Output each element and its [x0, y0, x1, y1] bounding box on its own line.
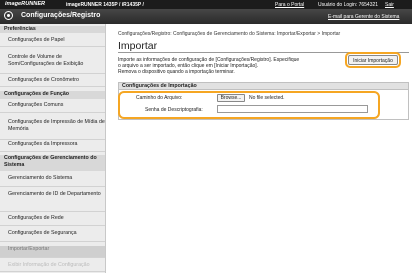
sidebar-item-security[interactable]: Configurações de Segurança: [0, 230, 105, 242]
sidebar-item-network[interactable]: Configurações de Rede: [0, 215, 105, 226]
sidebar-item-memory-media-print[interactable]: Configurações de Impressão de Mídia de M…: [0, 119, 105, 140]
file-status: No file selected.: [249, 95, 285, 101]
sidebar-group-preferences: Preferências: [0, 26, 105, 33]
sidebar-group-function: Configurações de Função: [0, 91, 105, 99]
device-model: imageRUNNER 1435P / iR1435P /: [66, 1, 144, 8]
description-line: Remova o dispositivo quando a importação…: [118, 69, 235, 75]
sidebar-item-paper[interactable]: Configurações de Papel: [0, 37, 105, 47]
sidebar-item-config-info[interactable]: Exibir Informação de Configuração: [0, 262, 105, 272]
sidebar: Preferências Configurações de Papel Cont…: [0, 24, 106, 273]
sidebar-item-import-export[interactable]: Importar/Exportar: [0, 246, 105, 258]
top-bar: imageRUNNER imageRUNNER 1435P / iR1435P …: [0, 0, 412, 9]
sidebar-item-department-id[interactable]: Gerenciamento de ID de Departamento: [0, 191, 105, 212]
sidebar-item-timer[interactable]: Configurações de Cronômetro: [0, 77, 105, 87]
main-content: Configurações/Registro: Configurações de…: [106, 24, 412, 273]
decryption-password-input[interactable]: [217, 105, 368, 113]
browse-button[interactable]: Browse...: [217, 94, 245, 102]
sidebar-item-printer[interactable]: Configurações da Impressora: [0, 141, 105, 152]
breadcrumb: Configurações/Registro: Configurações de…: [118, 31, 341, 37]
product-logo: imageRUNNER: [5, 1, 46, 7]
import-description: Importe as informações de configuração d…: [118, 57, 343, 75]
sidebar-item-volume-display[interactable]: Controle de Volume de Som/Configurações …: [0, 53, 105, 74]
page-title: Importar: [118, 40, 158, 52]
logout-link[interactable]: Sair: [385, 2, 394, 8]
gear-icon: [4, 11, 13, 20]
password-label: Senha de Descriptografia:: [145, 107, 203, 113]
sidebar-group-system-management: Configurações de Gerenciamento do Sistem…: [0, 155, 105, 171]
file-path-label: Caminho do Arquivo:: [136, 95, 183, 101]
login-user: Usuário do Login: 7654321: [318, 1, 379, 8]
start-import-button[interactable]: Iniciar Importação: [348, 55, 398, 65]
app-title: Configurações/Registro: [21, 12, 101, 19]
email-admin-link[interactable]: E-mail para Gerente do Sistema: [328, 14, 399, 20]
sidebar-item-system-management[interactable]: Gerenciamento do Sistema: [0, 175, 105, 187]
sidebar-item-common[interactable]: Configurações Comuns: [0, 102, 105, 113]
import-settings-header: Configurações de Importação: [118, 82, 409, 90]
portal-link[interactable]: Para o Portal: [275, 2, 304, 8]
page-header: Configurações/Registro E-mail para Geren…: [0, 9, 412, 24]
